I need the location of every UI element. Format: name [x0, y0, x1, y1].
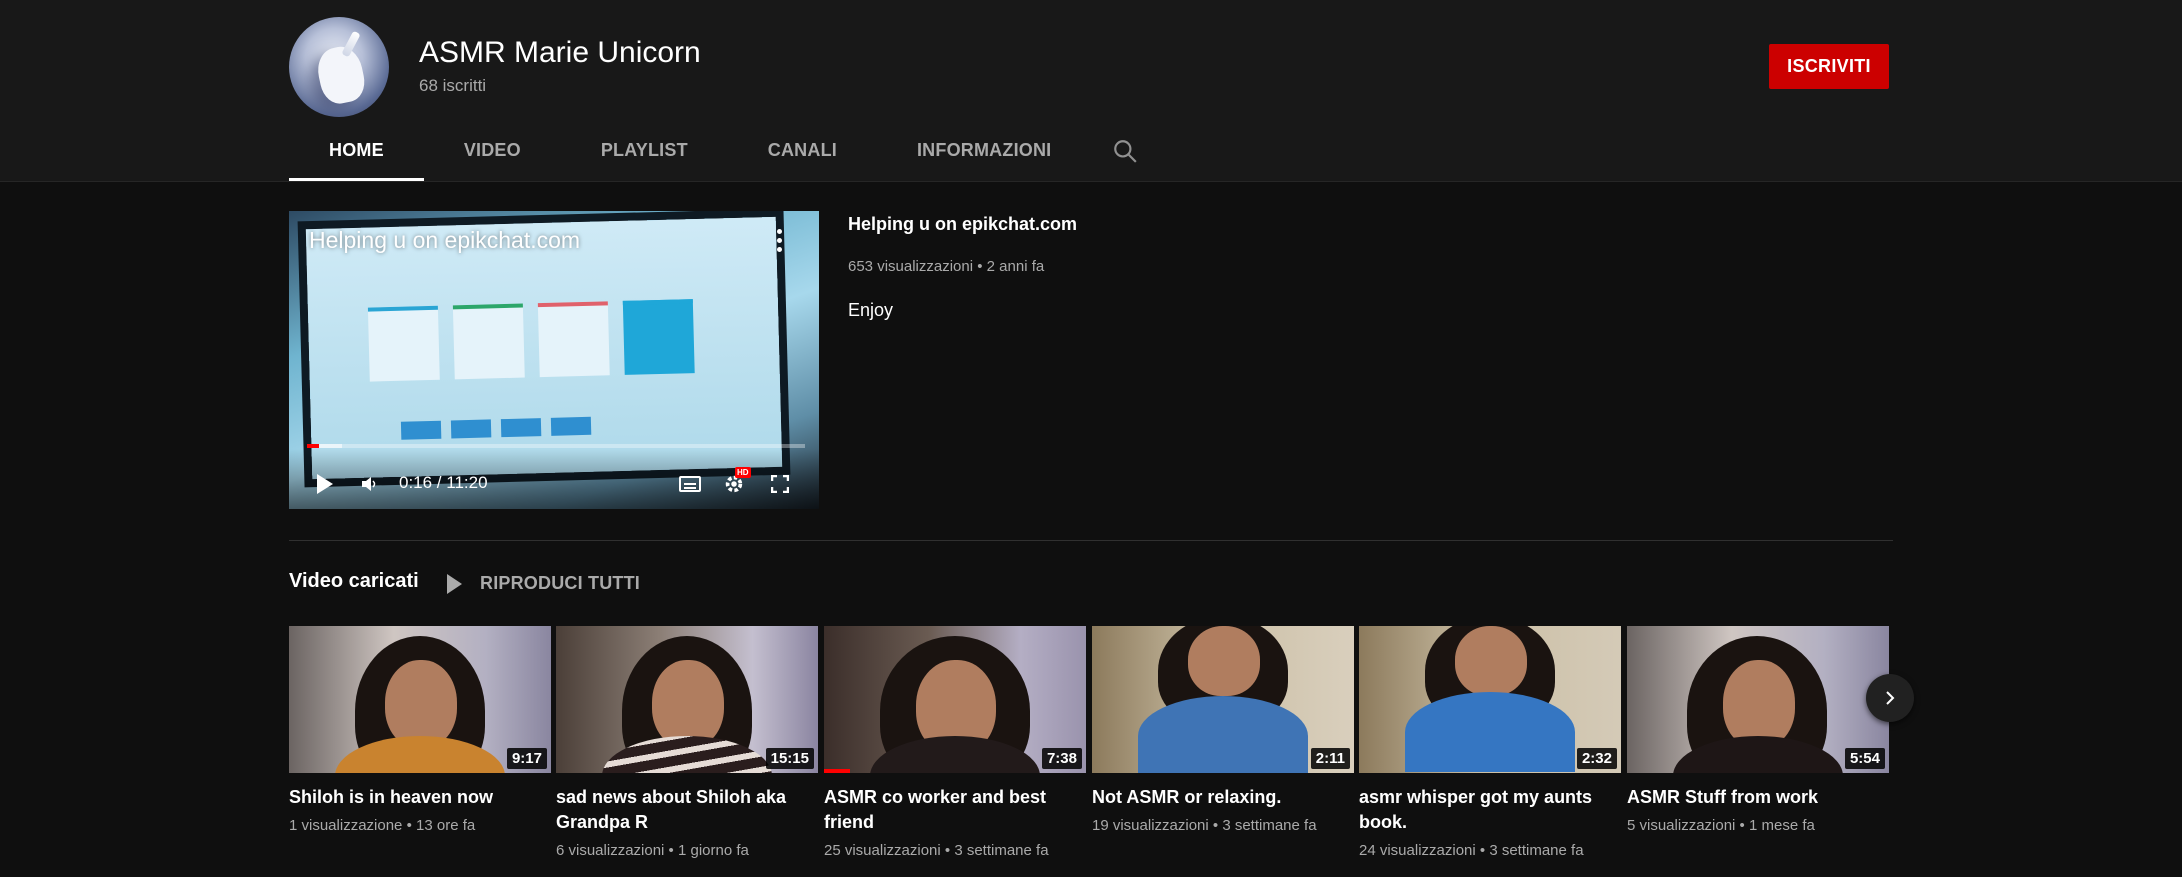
- video-meta: 24 visualizzazioni • 3 settimane fa: [1359, 842, 1584, 859]
- thumbnail-clothing: [1138, 696, 1308, 773]
- video-shelf: 9:17 Shiloh is in heaven now 1 visualizz…: [289, 626, 1889, 877]
- featured-video-player[interactable]: Helping u on epikchat.com 0:16 / 11:20 H…: [289, 211, 819, 509]
- video-views: 5 visualizzazioni: [1627, 817, 1736, 834]
- channel-avatar[interactable]: [289, 17, 389, 117]
- video-thumbnail[interactable]: 15:15: [556, 626, 818, 773]
- thumbnail-face: [385, 660, 457, 748]
- frame-panel: [367, 305, 440, 382]
- featured-video-meta: 653 visualizzazioni • 2 anni fa: [848, 258, 1045, 275]
- video-title[interactable]: Shiloh is in heaven now: [289, 785, 551, 810]
- thumbnail-clothing: [1405, 692, 1575, 772]
- frame-block: [450, 419, 492, 439]
- frame-panel: [537, 301, 610, 378]
- chevron-right-icon: [1886, 691, 1895, 705]
- video-thumbnail[interactable]: 7:38: [824, 626, 1086, 773]
- video-duration: 7:38: [1041, 748, 1082, 769]
- featured-description: Enjoy: [848, 300, 894, 320]
- video-card[interactable]: 5:54 ASMR Stuff from work 5 visualizzazi…: [1627, 626, 1889, 834]
- video-views: 25 visualizzazioni: [824, 842, 941, 859]
- tab-home[interactable]: HOME: [289, 126, 424, 181]
- video-card[interactable]: 9:17 Shiloh is in heaven now 1 visualizz…: [289, 626, 551, 834]
- featured-age: 2 anni fa: [986, 258, 1045, 275]
- tab-canali[interactable]: CANALI: [728, 126, 877, 181]
- featured-video-title[interactable]: Helping u on epikchat.com: [848, 214, 1077, 235]
- fullscreen-icon[interactable]: [771, 475, 789, 493]
- video-duration: 5:54: [1844, 748, 1885, 769]
- watched-progress: [824, 769, 851, 773]
- video-duration: 9:17: [506, 748, 547, 769]
- video-views: 1 visualizzazione: [289, 817, 403, 834]
- video-meta: 5 visualizzazioni • 1 mese fa: [1627, 817, 1815, 834]
- video-duration: 15:15: [765, 748, 814, 769]
- hd-badge: HD: [735, 467, 751, 478]
- video-duration: 2:32: [1576, 748, 1617, 769]
- channel-name: ASMR Marie Unicorn: [419, 36, 701, 69]
- player-time: 0:16 / 11:20: [399, 473, 488, 492]
- thumbnail-face: [652, 660, 724, 748]
- video-title[interactable]: Not ASMR or relaxing.: [1092, 785, 1354, 810]
- channel-tabs: HOME VIDEO PLAYLIST CANALI INFORMAZIONI: [289, 126, 1091, 181]
- video-title[interactable]: asmr whisper got my aunts book.: [1359, 785, 1621, 835]
- tab-informazioni[interactable]: INFORMAZIONI: [877, 126, 1091, 181]
- tab-playlist[interactable]: PLAYLIST: [561, 126, 728, 181]
- featured-views: 653 visualizzazioni: [848, 258, 974, 275]
- thumbnail-face: [1455, 626, 1527, 696]
- subscribe-button[interactable]: ISCRIVITI: [1769, 44, 1889, 89]
- video-title[interactable]: sad news about Shiloh aka Grandpa R: [556, 785, 818, 835]
- video-views: 24 visualizzazioni: [1359, 842, 1476, 859]
- unicorn-head: [313, 43, 369, 107]
- frame-block: [500, 418, 542, 438]
- video-frame: [305, 216, 783, 480]
- video-thumbnail[interactable]: 2:11: [1092, 626, 1354, 773]
- video-views: 19 visualizzazioni: [1092, 817, 1209, 834]
- thumbnail-face: [1723, 660, 1795, 748]
- frame-panel: [452, 303, 525, 380]
- play-icon: [447, 573, 462, 594]
- video-card[interactable]: 2:11 Not ASMR or relaxing. 19 visualizza…: [1092, 626, 1354, 834]
- player-video-title[interactable]: Helping u on epikchat.com: [309, 227, 580, 254]
- play-all-button[interactable]: RIPRODUCI TUTTI: [447, 573, 640, 594]
- progress-played: [307, 444, 319, 448]
- video-card[interactable]: 7:38 ASMR co worker and best friend 25 v…: [824, 626, 1086, 859]
- video-thumbnail[interactable]: 9:17: [289, 626, 551, 773]
- player-controls: 0:16 / 11:20 HD: [289, 449, 819, 509]
- tab-video[interactable]: VIDEO: [424, 126, 561, 181]
- video-title[interactable]: ASMR Stuff from work: [1627, 785, 1889, 810]
- play-icon[interactable]: [317, 474, 333, 494]
- channel-header: ASMR Marie Unicorn 68 iscritti ISCRIVITI…: [0, 0, 2182, 182]
- more-vert-icon[interactable]: [777, 229, 783, 255]
- volume-icon[interactable]: [361, 476, 377, 492]
- thumbnail-face: [1188, 626, 1260, 696]
- section-divider: [289, 540, 1893, 541]
- subtitles-icon[interactable]: [679, 476, 701, 492]
- video-thumbnail[interactable]: 5:54: [1627, 626, 1889, 773]
- video-meta: 6 visualizzazioni • 1 giorno fa: [556, 842, 749, 859]
- video-age: 13 ore fa: [416, 817, 476, 834]
- video-age: 1 giorno fa: [677, 842, 749, 859]
- video-age: 1 mese fa: [1748, 817, 1815, 834]
- search-icon[interactable]: [1112, 138, 1138, 164]
- subscriber-count: 68 iscritti: [419, 76, 487, 95]
- frame-block: [400, 420, 442, 440]
- video-meta: 1 visualizzazione • 13 ore fa: [289, 817, 476, 834]
- shelf-title[interactable]: Video caricati: [289, 570, 419, 593]
- video-title[interactable]: ASMR co worker and best friend: [824, 785, 1086, 835]
- video-thumbnail[interactable]: 2:32: [1359, 626, 1621, 773]
- player-progress-bar[interactable]: [307, 444, 805, 448]
- video-age: 3 settimane fa: [1222, 817, 1317, 834]
- video-views: 6 visualizzazioni: [556, 842, 665, 859]
- shelf-next-button[interactable]: [1866, 674, 1914, 722]
- video-card[interactable]: 2:32 asmr whisper got my aunts book. 24 …: [1359, 626, 1621, 859]
- video-duration: 2:11: [1310, 748, 1350, 769]
- video-age: 3 settimane fa: [1489, 842, 1584, 859]
- video-age: 3 settimane fa: [954, 842, 1049, 859]
- video-card[interactable]: 15:15 sad news about Shiloh aka Grandpa …: [556, 626, 818, 859]
- video-meta: 19 visualizzazioni • 3 settimane fa: [1092, 817, 1317, 834]
- frame-block: [550, 416, 592, 436]
- video-meta: 25 visualizzazioni • 3 settimane fa: [824, 842, 1049, 859]
- frame-panel: [622, 299, 695, 375]
- play-all-label: RIPRODUCI TUTTI: [480, 573, 640, 593]
